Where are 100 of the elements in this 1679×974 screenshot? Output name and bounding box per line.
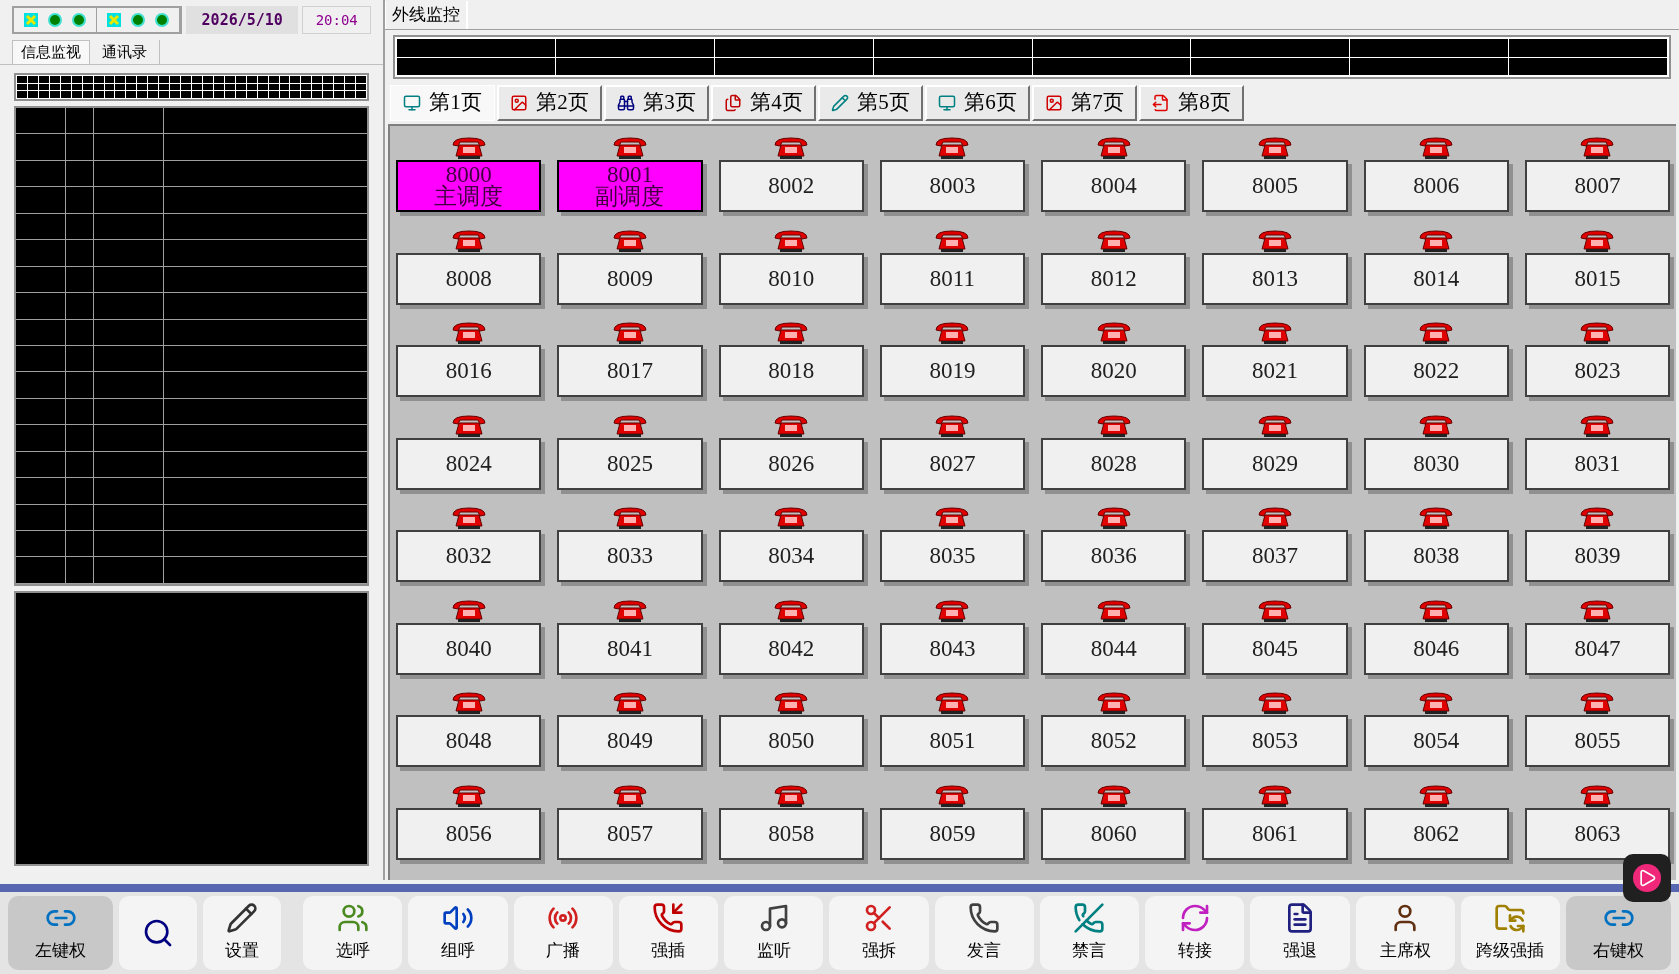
phone-icon xyxy=(1073,902,1106,935)
toolbar-button[interactable]: 左键权 xyxy=(8,896,113,970)
phone-icon xyxy=(772,506,811,530)
page-tab[interactable]: 第3页 xyxy=(604,85,709,121)
phone-icon xyxy=(772,783,811,808)
phone-icon xyxy=(610,691,649,715)
phone-icon xyxy=(449,413,488,438)
phone-icon xyxy=(652,902,685,935)
phone-icon xyxy=(933,321,972,345)
phone-icon xyxy=(449,783,488,808)
toolbar-button[interactable]: 强退 xyxy=(1250,896,1350,970)
binoculars-icon xyxy=(617,94,636,112)
floating-record-button[interactable] xyxy=(1623,854,1671,902)
phone-icon xyxy=(1578,413,1617,438)
image-icon xyxy=(1045,94,1064,112)
page-tab[interactable]: 第5页 xyxy=(818,85,923,121)
phone-icon xyxy=(1417,691,1456,715)
phone-icon xyxy=(1094,136,1133,160)
phone-icon xyxy=(1094,783,1133,808)
phone-icon xyxy=(1255,321,1294,345)
phone-icon xyxy=(1578,136,1617,160)
phone-icon xyxy=(610,413,649,438)
phone-icon xyxy=(1255,413,1294,438)
monitor-icon xyxy=(403,94,422,112)
toolbar-button[interactable]: 强拆 xyxy=(829,896,929,970)
phone-icon xyxy=(1255,691,1294,715)
phone-icon xyxy=(772,321,811,345)
phone-icon xyxy=(1578,783,1617,808)
phone-icon xyxy=(1578,598,1617,623)
toolbar-button[interactable]: 主席权 xyxy=(1355,896,1455,970)
phone-icon xyxy=(933,598,972,623)
play-icon xyxy=(1633,864,1661,892)
phone-icon xyxy=(1578,691,1617,715)
phone-icon xyxy=(1417,228,1456,253)
phone-icon xyxy=(610,228,649,253)
phone-icon xyxy=(933,691,972,715)
folder-icon xyxy=(1494,902,1527,935)
phone-icon xyxy=(933,136,972,160)
pen-icon xyxy=(226,902,258,935)
time-display: 20:04 xyxy=(302,6,371,34)
phone-icon xyxy=(1417,136,1456,160)
phone-icon xyxy=(772,136,811,160)
pen-icon xyxy=(831,94,850,112)
toolbar-button[interactable]: 监听 xyxy=(724,896,824,970)
phone-icon xyxy=(1417,598,1456,623)
phone-icon xyxy=(1578,321,1617,345)
phone-icon xyxy=(449,136,488,160)
phone-icon xyxy=(1417,321,1456,345)
phone-icon xyxy=(1255,506,1294,530)
toolbar-button[interactable]: 发言 xyxy=(934,896,1034,970)
page-tab[interactable]: 第7页 xyxy=(1032,85,1137,121)
phone-icon xyxy=(449,321,488,345)
phone-icon xyxy=(1255,783,1294,808)
files-icon xyxy=(724,94,743,112)
phone-icon xyxy=(449,506,488,530)
toolbar-button[interactable]: 选呼 xyxy=(303,896,403,970)
phone-icon xyxy=(933,783,972,808)
image-icon xyxy=(510,94,529,112)
toolbar-button[interactable]: 转接 xyxy=(1145,896,1245,970)
phone-icon xyxy=(1094,321,1133,345)
toolbar-button[interactable]: 广播 xyxy=(513,896,613,970)
page-tab[interactable]: 第4页 xyxy=(711,85,816,121)
phone-icon xyxy=(610,321,649,345)
page-tab[interactable]: 第1页 xyxy=(390,85,495,121)
toolbar-button[interactable]: 跨级强插 xyxy=(1460,896,1560,970)
phone-icon xyxy=(610,136,649,160)
phone-icon xyxy=(1578,228,1617,253)
phone-icon xyxy=(610,783,649,808)
toolbar-button[interactable] xyxy=(119,896,197,970)
toolbar-button[interactable]: 组呼 xyxy=(408,896,508,970)
file-arrow-icon xyxy=(1152,94,1171,112)
phone-icon xyxy=(1417,413,1456,438)
date-display: 2026/5/10 xyxy=(186,6,299,34)
phone-icon xyxy=(772,598,811,623)
phone-icon xyxy=(1094,691,1133,715)
phone-icon xyxy=(1578,506,1617,530)
trunk-tab[interactable]: 外线监控 xyxy=(385,1,468,29)
phone-icon xyxy=(449,228,488,253)
phone-icon xyxy=(1094,228,1133,253)
page-tab[interactable]: 第8页 xyxy=(1139,85,1244,121)
phone-icon xyxy=(610,598,649,623)
page-tab[interactable]: 第2页 xyxy=(497,85,602,121)
panel-tab[interactable]: 信息监视 xyxy=(12,40,90,64)
toolbar-button[interactable]: 禁言 xyxy=(1039,896,1139,970)
phone-icon xyxy=(449,598,488,623)
phone-icon xyxy=(1094,413,1133,438)
phone-icon xyxy=(1417,783,1456,808)
phone-icon xyxy=(772,228,811,253)
phone-icon xyxy=(1094,506,1133,530)
toolbar-button[interactable]: 强插 xyxy=(618,896,718,970)
phone-icon xyxy=(1094,598,1133,623)
search-icon xyxy=(142,917,174,949)
phone-icon xyxy=(1417,506,1456,530)
toolbar-button[interactable]: 设置 xyxy=(203,896,281,970)
phone-icon xyxy=(1255,598,1294,623)
toolbar-button[interactable]: 右键权 xyxy=(1566,896,1671,970)
phone-icon xyxy=(449,691,488,715)
page-tab[interactable]: 第6页 xyxy=(925,85,1030,121)
phone-icon xyxy=(1255,228,1294,253)
monitor-icon xyxy=(938,94,957,112)
